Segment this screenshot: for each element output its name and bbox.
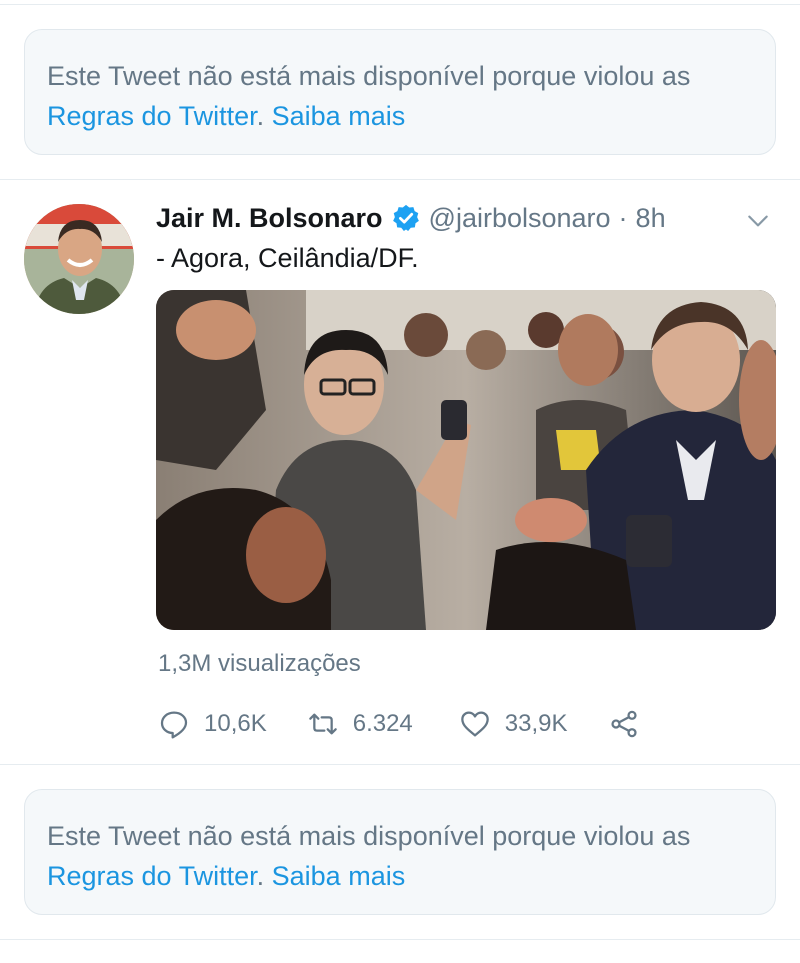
retweet-icon (308, 713, 337, 735)
tweet-text: - Agora, Ceilândia/DF. (156, 243, 419, 273)
tweet-video[interactable] (156, 290, 776, 630)
author-handle[interactable]: @jairbolsonaro (429, 203, 611, 234)
tweet-header: Jair M. Bolsonaro @jairbolsonaro · 8h (156, 198, 666, 238)
share-icon (610, 710, 637, 738)
reply-icon (160, 711, 188, 739)
notice-text: Este Tweet não está mais disponível porq… (47, 821, 691, 851)
avatar-image (24, 204, 134, 314)
learn-more-link[interactable]: Saiba mais (272, 861, 406, 891)
verified-badge-icon (392, 204, 419, 231)
reply-count: 10,6K (204, 710, 267, 737)
tweet-timestamp[interactable]: 8h (636, 203, 666, 234)
notice-period: . (256, 861, 265, 891)
top-divider (0, 4, 800, 5)
chevron-down-icon[interactable] (745, 208, 771, 234)
tweet-actions: 10,6K 6.324 33,9K (158, 702, 640, 746)
header-separator: · (618, 202, 628, 233)
divider (0, 764, 800, 765)
learn-more-link[interactable]: Saiba mais (272, 101, 406, 131)
like-button[interactable]: 33,9K (459, 708, 568, 740)
like-count: 33,9K (504, 710, 568, 737)
avatar[interactable] (24, 204, 134, 314)
retweet-button[interactable]: 6.324 (307, 708, 413, 740)
author-name[interactable]: Jair M. Bolsonaro (156, 203, 383, 234)
share-button[interactable] (608, 708, 640, 740)
retweet-count: 6.324 (352, 710, 413, 737)
twitter-rules-link[interactable]: Regras do Twitter (47, 101, 257, 131)
notice-text: Este Tweet não está mais disponível porq… (47, 61, 691, 91)
bottom-divider (0, 939, 800, 940)
heart-icon (460, 711, 489, 737)
twitter-rules-link[interactable]: Regras do Twitter (47, 861, 257, 891)
unavailable-tweet-notice-2: Este Tweet não está mais disponível porq… (24, 789, 776, 915)
unavailable-tweet-notice-1: Este Tweet não está mais disponível porq… (24, 29, 776, 155)
divider (0, 179, 800, 180)
view-count: 1,3M visualizações (158, 650, 361, 677)
reply-button[interactable]: 10,6K (158, 708, 267, 740)
video-thumbnail (156, 290, 776, 630)
notice-period: . (256, 101, 265, 131)
